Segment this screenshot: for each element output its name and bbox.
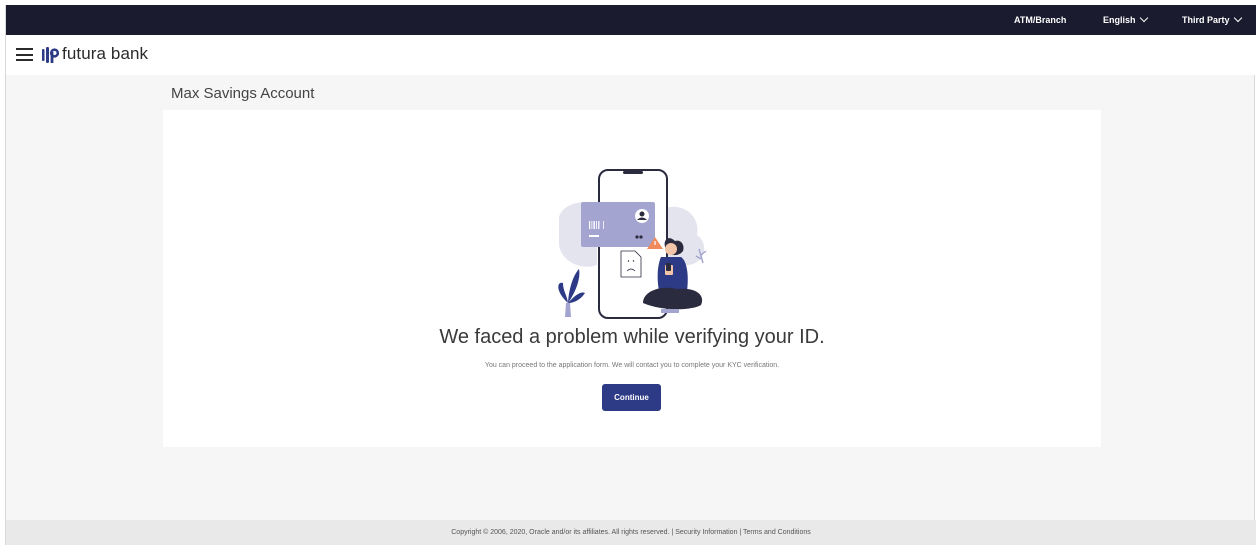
error-subtext: You can proceed to the application form.… [484,362,780,369]
language-selector[interactable]: English [1103,5,1148,35]
verification-result-card: We faced a problem while verifying your … [163,110,1101,447]
error-heading: We faced a problem while verifying your … [439,326,825,348]
user-type-selector[interactable]: Third Party [1182,5,1242,35]
main-header: futura bank [6,35,1256,75]
language-label: English [1103,15,1136,25]
chevron-down-icon [1233,13,1242,23]
brand-name[interactable]: futura bank [62,44,148,64]
futura-logo-icon [42,47,60,63]
id-verification-illustration [558,169,707,319]
atm-branch-link[interactable]: ATM/Branch [1014,5,1066,35]
top-utility-bar: ATM/Branch English Third Party [6,5,1256,35]
footer: Copyright © 2006, 2020, Oracle and/or it… [6,520,1256,545]
user-type-label: Third Party [1182,15,1230,25]
app-frame: ATM/Branch English Third Party futura ba… [5,5,1256,545]
chevron-down-icon [1139,13,1148,23]
page-title: Max Savings Account [171,85,315,102]
continue-button[interactable]: Continue [602,384,661,411]
hamburger-menu-icon[interactable] [16,48,33,61]
